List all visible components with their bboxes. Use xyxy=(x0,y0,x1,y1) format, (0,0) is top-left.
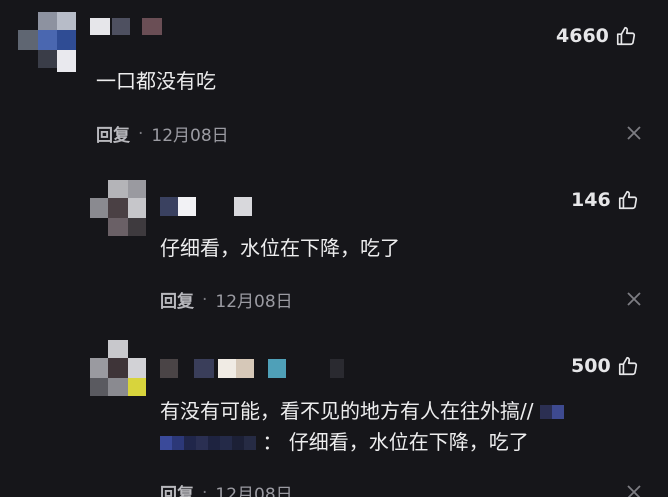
like-count: 500 xyxy=(571,355,611,377)
comment-text: 有没有可能，看不见的地方有人在往外搞// xyxy=(160,396,564,426)
close-icon xyxy=(627,126,641,140)
comment-text-line1: 有没有可能，看不见的地方有人在往外搞// xyxy=(160,399,534,423)
like-count: 4660 xyxy=(556,25,609,47)
separator: · xyxy=(202,289,208,310)
avatar[interactable] xyxy=(90,340,146,396)
comment-list: 4660 一口都没有吃 回复 · 12月08日 146 仔细看，水位在下降，吃了… xyxy=(0,0,668,497)
like-button[interactable]: 4660 xyxy=(556,23,637,49)
reply-button[interactable]: 回复 xyxy=(160,480,194,497)
close-button[interactable] xyxy=(626,291,642,307)
separator: · xyxy=(138,123,144,144)
thumbs-up-icon xyxy=(616,26,635,46)
mention-avatar xyxy=(539,399,564,423)
username[interactable] xyxy=(160,197,260,217)
comment-meta: 回复 · 12月08日 xyxy=(96,121,229,147)
comment-text: 仔细看，水位在下降，吃了 xyxy=(160,236,400,260)
close-button[interactable] xyxy=(626,484,642,497)
thumbs-up-icon xyxy=(618,356,637,376)
separator: · xyxy=(202,482,208,497)
comment-date: 12月08日 xyxy=(215,485,293,497)
thumbs-up-icon xyxy=(618,190,637,210)
like-button[interactable]: 500 xyxy=(571,353,639,379)
comment-text-line2: 仔细看，水位在下降，吃了 xyxy=(288,430,529,454)
like-count: 146 xyxy=(571,189,611,211)
quoted-text: ： 仔细看，水位在下降，吃了 xyxy=(160,427,529,457)
comment-meta: 回复 · 12月08日 xyxy=(160,287,293,313)
avatar[interactable] xyxy=(18,12,76,72)
mention-username[interactable] xyxy=(160,430,256,454)
close-icon xyxy=(627,485,641,497)
reply-button[interactable]: 回复 xyxy=(160,287,194,312)
reply-button[interactable]: 回复 xyxy=(96,121,130,146)
comment-date: 12月08日 xyxy=(215,292,293,312)
mention-colon: ： xyxy=(262,430,283,454)
close-icon xyxy=(627,292,641,306)
like-button[interactable]: 146 xyxy=(571,187,639,213)
username[interactable] xyxy=(90,18,170,36)
comment-meta: 回复 · 12月08日 xyxy=(160,480,293,497)
comment-date: 12月08日 xyxy=(151,126,229,146)
close-button[interactable] xyxy=(626,125,642,141)
username[interactable] xyxy=(160,359,350,379)
comment-text: 一口都没有吃 xyxy=(96,69,216,93)
avatar[interactable] xyxy=(90,180,146,236)
